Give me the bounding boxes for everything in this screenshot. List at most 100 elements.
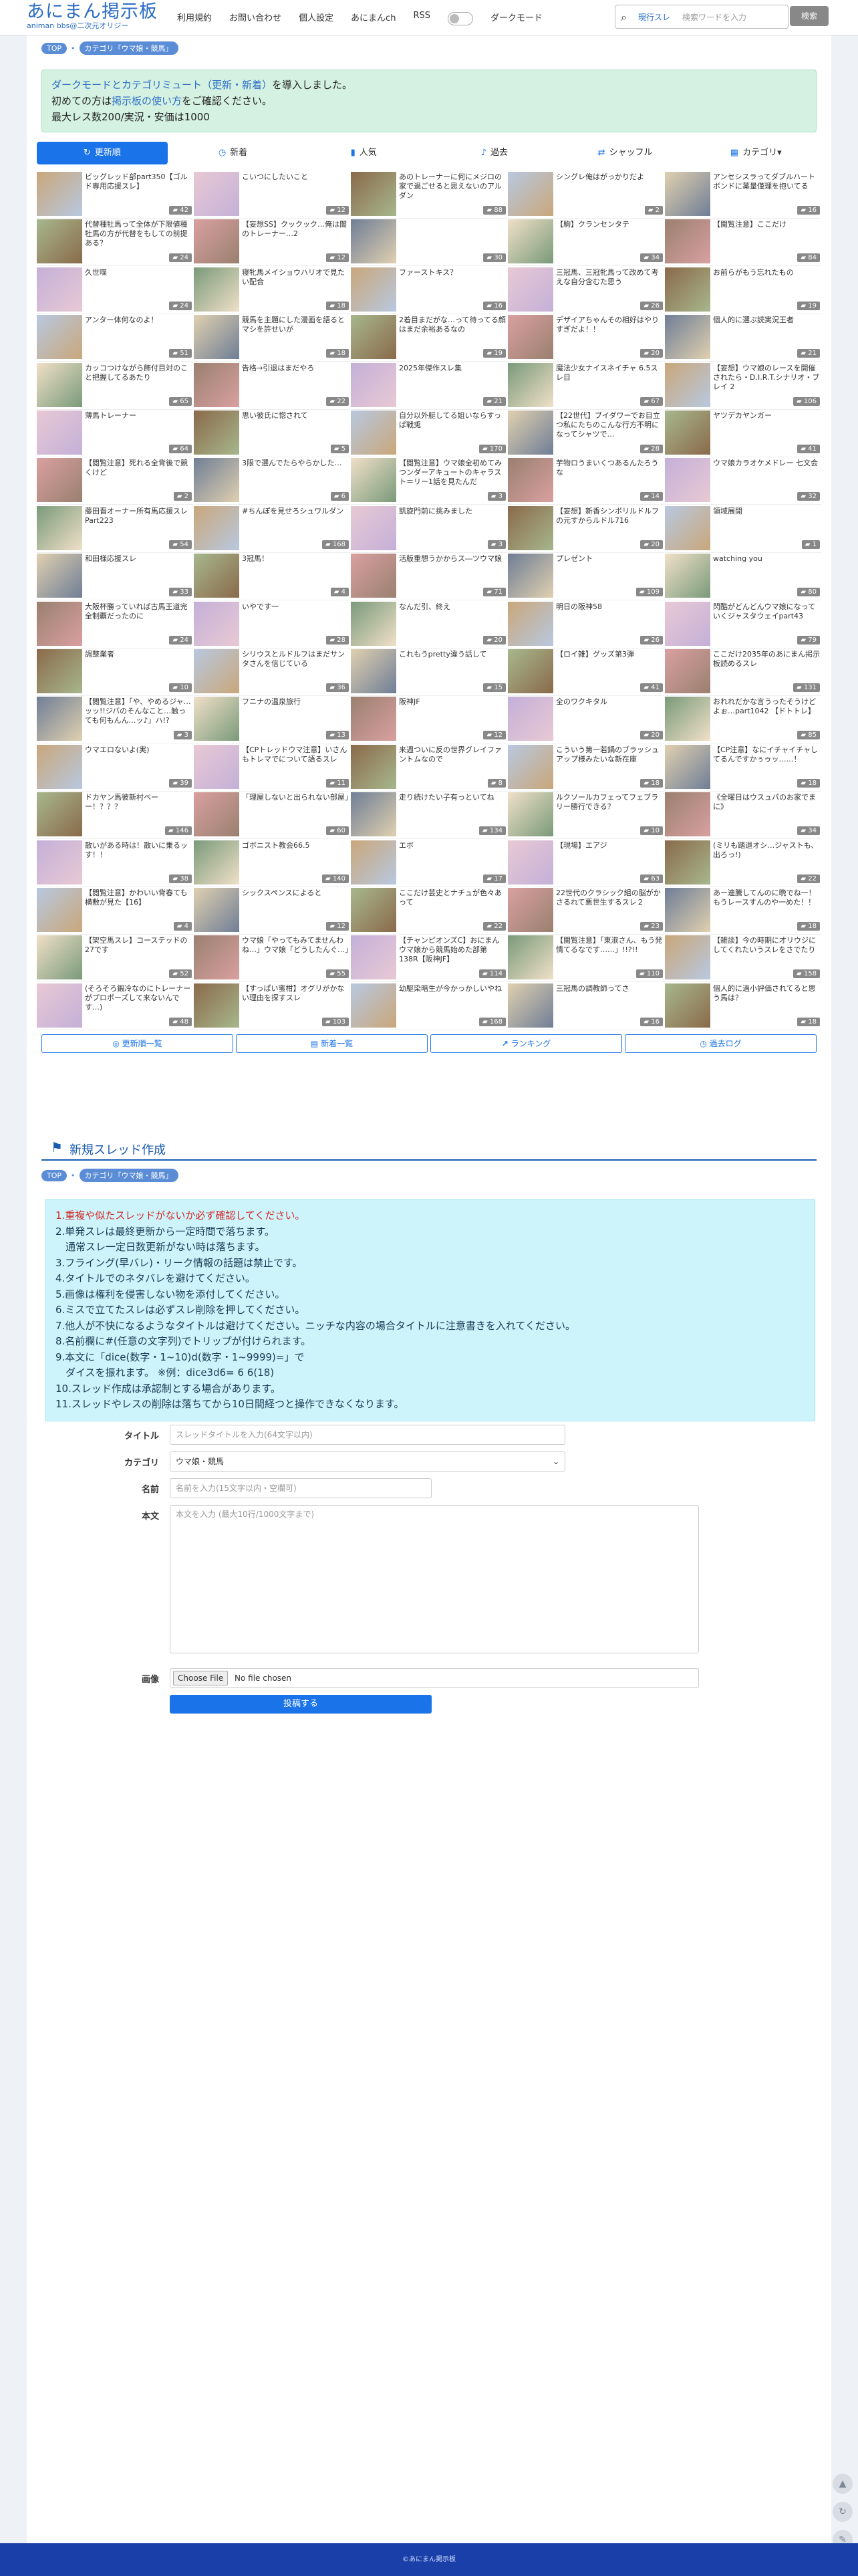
thread-thumbnail[interactable] bbox=[194, 840, 239, 885]
thread-thumbnail[interactable] bbox=[37, 649, 82, 693]
breadcrumb-top[interactable]: TOP bbox=[41, 1169, 67, 1181]
thread-thumbnail[interactable] bbox=[508, 697, 553, 741]
thread-title[interactable]: あのトレーナーに何にメジロの家で過ごせると思えないのアルダン bbox=[399, 172, 506, 201]
thread-thumbnail[interactable] bbox=[194, 172, 239, 216]
thread-title[interactable]: 寝牝馬メイショウハリオで見たい配合 bbox=[242, 268, 349, 296]
thread-thumbnail[interactable] bbox=[508, 362, 553, 407]
thread-title[interactable]: ここだけ2035年のあにまん掲示板読めるスレ bbox=[713, 650, 820, 678]
thread-thumbnail[interactable] bbox=[37, 362, 82, 407]
thread-cell[interactable]: デザイアちゃんその相好はやりすぎだよ！！ ▰ 20 bbox=[508, 314, 664, 362]
thread-title[interactable]: 久世喋 bbox=[85, 268, 192, 296]
scroll-top-icon[interactable]: ▲ bbox=[833, 2474, 853, 2494]
thread-cell[interactable]: 《全曜日はウスュパのお家でまに》 ▰ 34 bbox=[665, 792, 821, 840]
thread-cell[interactable]: 【妄想】新香シンボリルドルフの元すからルドル716 ▰ 20 bbox=[508, 505, 664, 553]
thread-cell[interactable]: 【妄想SS】クックック…俺は闇のトレーナー…2 ▰ 12 bbox=[194, 219, 350, 267]
thread-title[interactable]: (ミリも踏退オシ…ジャストも、出ろっ!) bbox=[713, 841, 820, 869]
thread-title[interactable]: おれれだかな言うったそうけどよぉ…part1042 【ドトトレ】 bbox=[713, 697, 820, 725]
thread-cell[interactable]: 来週ついに反の世界グレイファントムなので ▰ 8 bbox=[351, 744, 507, 792]
thread-title[interactable]: ドカヤン馬彼新村ベーー！？？？ bbox=[85, 793, 192, 821]
thread-cell[interactable]: #ちんぽを見せろシュワルダン ▰ 168 bbox=[194, 505, 350, 553]
thread-cell[interactable]: ▰ 30 bbox=[351, 219, 507, 267]
thread-cell[interactable]: 芋物ロうまいくつあるんたろうな ▰ 14 bbox=[508, 457, 664, 505]
thread-title[interactable]: 【閲覧注意】死れる全背後で競くけど bbox=[85, 459, 192, 487]
thread-thumbnail[interactable] bbox=[351, 983, 396, 1028]
thread-title[interactable]: ここだけ芸史とナチュが色々あって bbox=[399, 889, 506, 917]
thread-thumbnail[interactable] bbox=[37, 744, 82, 789]
thread-cell[interactable]: 代替種牡馬って全体が下限値種牡馬の方が代替をもしての前提ある？ ▰ 24 bbox=[37, 219, 193, 267]
thread-cell[interactable]: 【CP注意】なにイチャイチャしてるんですかぅゥッ……！ ▰ 18 bbox=[665, 744, 821, 792]
notice-darkmode-link[interactable]: ダークモードとカテゴリミュート（更新・新着） bbox=[51, 79, 272, 91]
thread-thumbnail[interactable] bbox=[37, 219, 82, 264]
thread-title[interactable]: 3限で選んでたらやらかした… bbox=[242, 459, 349, 487]
thread-cell[interactable]: 【妄想】ウマ娘のレースを開催されたら・D.I.R.T.シナリオ・ブレイ 2 ▰ 1… bbox=[665, 362, 821, 410]
thread-title[interactable]: 【架空馬スレ】コーステッドの27です bbox=[85, 936, 192, 964]
thread-cell[interactable]: こいつにしたいこと ▰ 12 bbox=[194, 171, 350, 219]
breadcrumb-category[interactable]: カテゴリ「ウマ娘・競馬」 bbox=[79, 1169, 178, 1182]
thread-cell[interactable]: ドカヤン馬彼新村ベーー！？？？ ▰ 146 bbox=[37, 792, 193, 840]
thread-title[interactable]: 個人的に過小評価されてると思う馬は？ bbox=[713, 984, 820, 1012]
thread-title[interactable]: フニナの温泉旅行 bbox=[242, 697, 349, 725]
thread-title[interactable]: 和田様応援スレ bbox=[85, 554, 192, 582]
thread-thumbnail[interactable] bbox=[508, 267, 553, 312]
thread-thumbnail[interactable] bbox=[194, 744, 239, 789]
thread-cell[interactable]: こういう第一若鍋のブラッシュアップ様みたいな新在庫 ▰ 18 bbox=[508, 744, 664, 792]
choose-file-button[interactable]: Choose File bbox=[173, 1671, 229, 1685]
thread-thumbnail[interactable] bbox=[194, 411, 239, 455]
thread-thumbnail[interactable] bbox=[194, 983, 239, 1028]
thread-title[interactable]: こういう第一若鍋のブラッシュアップ様みたいな新在庫 bbox=[556, 745, 663, 774]
thread-title[interactable]: 藤田晋オーナー所有馬応援スレPart223 bbox=[85, 507, 192, 535]
thread-thumbnail[interactable] bbox=[665, 649, 710, 693]
thread-thumbnail[interactable] bbox=[351, 697, 396, 741]
thread-thumbnail[interactable] bbox=[37, 315, 82, 360]
thread-title[interactable]: 「理屋しないと出られない部屋」 bbox=[242, 793, 349, 821]
thread-cell[interactable]: シリウスとルドルフはまだサンタさんを信じている ▰ 36 bbox=[194, 649, 350, 696]
thread-thumbnail[interactable] bbox=[351, 267, 396, 312]
thread-thumbnail[interactable] bbox=[351, 362, 396, 407]
thread-cell[interactable]: 【閲覧注意】死れる全背後で競くけど ▰ 2 bbox=[37, 457, 193, 505]
thread-cell[interactable]: 凱旋門前に挑みました ▰ 3 bbox=[351, 505, 507, 553]
thread-thumbnail[interactable] bbox=[194, 315, 239, 360]
tab-shuffle[interactable]: ⇄ シャッフル bbox=[560, 142, 691, 164]
thread-thumbnail[interactable] bbox=[37, 697, 82, 741]
thread-thumbnail[interactable] bbox=[351, 744, 396, 789]
thread-title[interactable]: 3冠馬！ bbox=[242, 554, 349, 582]
thread-cell[interactable]: 走り続けたい子有っといてね ▰ 134 bbox=[351, 792, 507, 840]
thread-cell[interactable]: 三冠馬の調教師ってさ ▰ 16 bbox=[508, 983, 664, 1030]
site-logo[interactable]: あにまん掲示板 animan bbs@二次元オリジー bbox=[27, 1, 158, 31]
thread-cell[interactable]: ビッグレッド部part350【ゴルド専用応援スレ】 ▰ 42 bbox=[37, 171, 193, 219]
thread-title[interactable]: 2着目まだがな…って待ってる顔はまだ余裕あるなの bbox=[399, 316, 506, 344]
thread-title[interactable]: 【CP注意】なにイチャイチャしてるんですかぅゥッ……！ bbox=[713, 745, 820, 774]
thread-thumbnail[interactable] bbox=[351, 554, 396, 598]
thread-cell[interactable]: ここだけ芸史とナチュが色々あって ▰ 22 bbox=[351, 887, 507, 935]
thread-title[interactable]: 【CPトレッドウマ注意】いさんもトレマでについて語るスレ bbox=[242, 745, 349, 774]
thread-title[interactable]: 領域展開 bbox=[713, 507, 820, 535]
link-ranking[interactable]: ↗ ランキング bbox=[430, 1034, 622, 1053]
thread-thumbnail[interactable] bbox=[508, 649, 553, 693]
thread-title[interactable]: シックスペンスによると bbox=[242, 889, 349, 917]
thread-cell[interactable]: 閃酷がどんどんウマ娘になっていくジャスタウェイpart43 ▰ 79 bbox=[665, 601, 821, 649]
thread-thumbnail[interactable] bbox=[665, 601, 710, 646]
thread-title[interactable]: お前らがもう忘れたもの bbox=[713, 268, 820, 296]
thread-title[interactable]: 【駒】クランセンタテ bbox=[556, 220, 663, 248]
submit-button[interactable]: 投稿する bbox=[170, 1695, 432, 1714]
thread-thumbnail[interactable] bbox=[351, 315, 396, 360]
notice-howto-link[interactable]: 掲示板の使い方 bbox=[112, 95, 182, 107]
thread-thumbnail[interactable] bbox=[508, 888, 553, 932]
search-button[interactable]: 検索 bbox=[790, 6, 829, 26]
tab-new[interactable]: ◷ 新着 bbox=[168, 142, 299, 164]
thread-title[interactable]: 【現場】エアジ bbox=[556, 841, 663, 869]
thread-thumbnail[interactable] bbox=[508, 840, 553, 885]
nav-settings[interactable]: 個人設定 bbox=[299, 11, 333, 25]
thread-title[interactable]: これもうpretty違う話して bbox=[399, 650, 506, 678]
thread-thumbnail[interactable] bbox=[37, 172, 82, 216]
thread-cell[interactable]: (そろそろ鍛冷なのにトレーナーがプロポーズして来ないんです…) ▰ 48 bbox=[37, 983, 193, 1030]
thread-cell[interactable]: お前らがもう忘れたもの ▰ 19 bbox=[665, 267, 821, 314]
thread-thumbnail[interactable] bbox=[351, 888, 396, 932]
thread-thumbnail[interactable] bbox=[37, 935, 82, 980]
thread-thumbnail[interactable] bbox=[37, 601, 82, 646]
thread-title[interactable]: 阪神JF bbox=[399, 697, 506, 725]
thread-thumbnail[interactable] bbox=[37, 458, 82, 503]
thread-cell[interactable]: 【閲覧注意】「東淑さん、もう発情てるなです……」!!?!! ▰ 110 bbox=[508, 935, 664, 983]
image-file-input[interactable]: Choose File No file chosen bbox=[170, 1668, 699, 1688]
thread-cell[interactable]: ウマ娘カラオケメドレー 七文会 ▰ 32 bbox=[665, 457, 821, 505]
